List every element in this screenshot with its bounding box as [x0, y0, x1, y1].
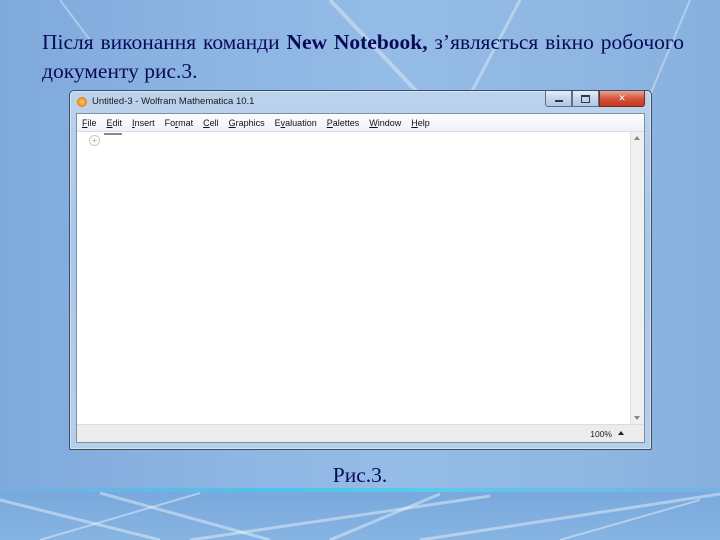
footer-decoration [0, 491, 720, 540]
figure-caption: Рис.3. [332, 463, 388, 487]
